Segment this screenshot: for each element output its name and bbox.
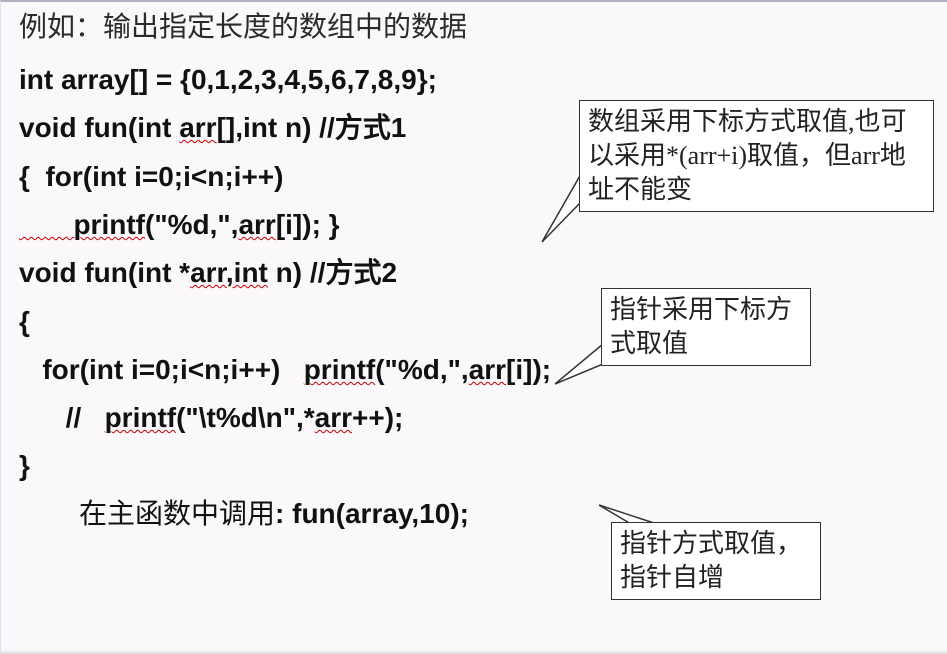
code-frag: 1: [391, 112, 407, 143]
code-frag-wavy: arr: [469, 354, 506, 385]
code-frag: for(int i=0;i<n;i++): [19, 354, 304, 385]
code-line-9: }: [19, 442, 929, 490]
code-frag-wavy: arr: [238, 209, 275, 240]
code-frag-wavy: arr: [315, 402, 352, 433]
code-frag: //: [19, 402, 105, 433]
code-frag: ++);: [352, 402, 403, 433]
code-frag: [],int n) //: [217, 112, 335, 143]
code-frag: 2: [381, 257, 397, 288]
code-frag-wavy: arr: [179, 112, 216, 143]
code-frag: [i]); }: [276, 209, 340, 240]
code-frag: void fun(int: [19, 112, 179, 143]
callout-1: 数组采用下标方式取值,也可以采用*(arr+i)取值，但arr地址不能变: [579, 100, 934, 212]
code-frag: ("%d,",: [145, 209, 238, 240]
code-frag: ("\t%d\n",*: [176, 402, 315, 433]
footer-code: : fun(array,10);: [275, 498, 469, 529]
code-frag: ("%d,",: [375, 354, 468, 385]
code-frag-cn: 方式: [335, 113, 391, 144]
bottom-shadow: [1, 650, 947, 654]
code-line-1: int array[] = {0,1,2,3,4,5,6,7,8,9};: [19, 56, 929, 104]
code-frag-wavy: arr,int: [190, 257, 268, 288]
footer-cn: 在主函数中调用: [79, 499, 275, 530]
callout-2: 指针采用下标方式取值: [601, 288, 811, 366]
callout-3: 指针方式取值，指针自增: [611, 522, 821, 600]
code-frag: void fun(int *: [19, 257, 190, 288]
code-frag-cn: 方式: [325, 258, 381, 289]
intro-text: 例如：输出指定长度的数组中的数据: [19, 10, 929, 46]
code-frag: [i]);: [506, 354, 551, 385]
code-frag-wavy: printf: [105, 402, 177, 433]
slide-content: 例如：输出指定长度的数组中的数据 int array[] = {0,1,2,3,…: [1, 2, 947, 539]
code-line-8: // printf("\t%d\n",*arr++);: [19, 394, 929, 442]
code-frag: n) //: [268, 257, 326, 288]
code-frag-wavy: printf: [19, 209, 145, 240]
code-frag-wavy: printf: [304, 354, 376, 385]
